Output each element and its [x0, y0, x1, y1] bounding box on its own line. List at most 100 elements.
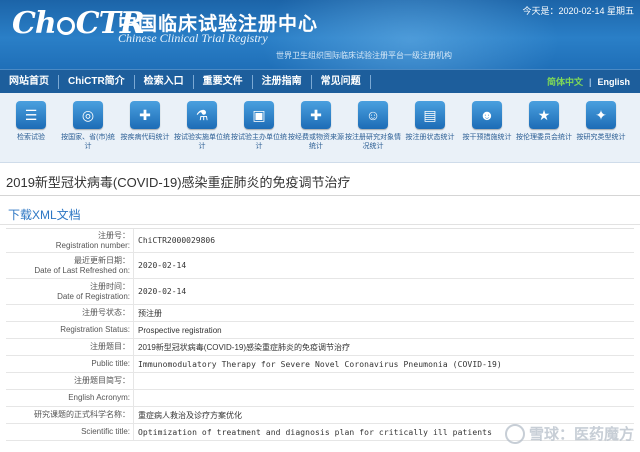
stat-by-subjects[interactable]: ☺ 按注册研究对象情况统计 — [343, 101, 403, 151]
lang-separator: | — [588, 77, 592, 87]
field-label: 注册时间： Date of Registration: — [6, 279, 133, 304]
label-cn: 研究课题的正式科学名称： — [34, 410, 130, 419]
language-switch: 简体中文 | English — [547, 75, 630, 88]
icon-label: 按国家、省(市)统计 — [61, 134, 115, 150]
lang-english[interactable]: English — [597, 77, 630, 87]
doctor-icon: ☻ — [472, 101, 502, 129]
status-icon: ▤ — [415, 101, 445, 129]
label-en: Registration number: — [55, 240, 130, 250]
label-en: Date of Registration: — [57, 291, 130, 301]
field-label: 注册号状态： — [6, 305, 133, 321]
label-cn: 注册题目： — [90, 342, 130, 351]
table-row: 注册题目： 2019新型冠状病毒(COVID-19)感染重症肺炎的免疫调节治疗 — [6, 339, 634, 356]
stats-icon-bar: ☰ 检索试验 ◎ 按国家、省(市)统计 ✚ 按疾病代码统计 ⚗ 按试验实施单位统… — [0, 93, 640, 163]
icon-label: 按经费或物资来源统计 — [288, 134, 344, 150]
public-title-cn: 2019新型冠状病毒(COVID-19)感染重症肺炎的免疫调节治疗 — [133, 339, 634, 355]
label-en: English Acronym: — [68, 393, 130, 402]
divider — [0, 195, 640, 196]
stat-by-intervention[interactable]: ☻ 按干预措施统计 — [457, 101, 517, 142]
table-row: 注册号： Registration number: ChiCTR200002980… — [6, 229, 634, 253]
table-row: 注册时间： Date of Registration: 2020-02-14 — [6, 279, 634, 305]
stat-by-status[interactable]: ▤ 按注册状态统计 — [400, 101, 460, 142]
table-row: English Acronym: — [6, 390, 634, 407]
field-label: English Acronym: — [6, 390, 133, 406]
star-icon: ★ — [529, 101, 559, 129]
field-label: 注册题目简写： — [6, 373, 133, 389]
table-row: Public title: Immunomodulatory Therapy f… — [6, 356, 634, 373]
registration-number: ChiCTR2000029806 — [133, 229, 634, 252]
field-label: Registration Status: — [6, 322, 133, 338]
label-cn: 注册题目简写： — [74, 376, 130, 385]
site-subline: 世界卫生组织国际临床试验注册平台一级注册机构 — [276, 51, 452, 60]
globe-icon — [56, 17, 75, 35]
stat-by-funding[interactable]: ✚ 按经费或物资来源统计 — [286, 101, 346, 151]
stat-by-institution[interactable]: ⚗ 按试验实施单位统计 — [172, 101, 232, 151]
label-cn: 注册号状态： — [82, 308, 130, 317]
icon-label: 按注册研究对象情况统计 — [345, 134, 401, 150]
table-row: 注册号状态： 预注册 — [6, 305, 634, 322]
watermark-text: 雪球：医药魔方 — [528, 426, 634, 443]
acronym-en — [133, 390, 634, 406]
label-cn: 最近更新日期： — [74, 255, 130, 265]
nav-about[interactable]: ChiCTR简介 — [59, 74, 135, 89]
nav-home[interactable]: 网站首页 — [0, 74, 59, 89]
table-row: Registration Status: Prospective registr… — [6, 322, 634, 339]
people-icon: ☺ — [358, 101, 388, 129]
icon-label: 按试验实施单位统计 — [174, 134, 230, 150]
stat-by-disease[interactable]: ✚ 按疾病代码统计 — [115, 101, 175, 142]
registration-date: 2020-02-14 — [133, 279, 634, 304]
stat-by-ethics[interactable]: ★ 按伦理委员会统计 — [514, 101, 574, 142]
list-icon: ☰ — [16, 101, 46, 129]
label-en: Date of Last Refreshed on: — [34, 265, 130, 275]
globe-icon: ◎ — [73, 101, 103, 129]
label-en: Scientific title: — [81, 427, 130, 436]
dna-icon: ✚ — [130, 101, 160, 129]
table-row: 注册题目简写： — [6, 373, 634, 390]
flask-icon: ⚗ — [187, 101, 217, 129]
label-en: Public title: — [91, 359, 130, 368]
download-xml-link[interactable]: 下载XML文档 — [8, 206, 81, 223]
nav-faq[interactable]: 常见问题 — [312, 74, 371, 89]
registration-details-table: 注册号： Registration number: ChiCTR200002980… — [6, 228, 634, 441]
stat-by-sponsor[interactable]: ▣ 按试验主办单位统计 — [229, 101, 289, 151]
nav-documents[interactable]: 重要文件 — [194, 74, 253, 89]
field-label: 研究课题的正式科学名称： — [6, 407, 133, 423]
table-row: 研究课题的正式科学名称： 重症病人救治及诊疗方案优化 — [6, 407, 634, 424]
registration-status-cn: 预注册 — [133, 305, 634, 321]
divider — [0, 224, 640, 225]
scientific-title-cn: 重症病人救治及诊疗方案优化 — [133, 407, 634, 423]
hospital-icon: ▣ — [244, 101, 274, 129]
field-label: Public title: — [6, 356, 133, 372]
icon-label: 按注册状态统计 — [405, 134, 455, 141]
table-row: 最近更新日期： Date of Last Refreshed on: 2020-0… — [6, 253, 634, 279]
label-cn: 注册时间： — [90, 281, 130, 291]
label-cn: 注册号： — [98, 230, 130, 240]
nav-search[interactable]: 检索入口 — [135, 74, 194, 89]
last-refreshed-date: 2020-02-14 — [133, 253, 634, 278]
field-label: 最近更新日期： Date of Last Refreshed on: — [6, 253, 133, 278]
icon-label: 按疾病代码统计 — [120, 134, 170, 141]
main-nav: 网站首页 ChiCTR简介 检索入口 重要文件 注册指南 常见问题 简体中文 | E… — [0, 69, 640, 93]
icon-label: 按研究类型统计 — [576, 134, 626, 141]
page-title: 2019新型冠状病毒(COVID-19)感染重症肺炎的免疫调节治疗 — [6, 175, 351, 190]
public-title-en: Immunomodulatory Therapy for Severe Nove… — [133, 356, 634, 372]
nav-guide[interactable]: 注册指南 — [253, 74, 312, 89]
today-date: 今天是：2020-02-14 星期五 — [522, 6, 634, 16]
registration-status-en: Prospective registration — [133, 322, 634, 338]
stat-search-trials[interactable]: ☰ 检索试验 — [1, 101, 61, 142]
field-label: Scientific title: — [6, 424, 133, 440]
sparkle-icon: ✦ — [586, 101, 616, 129]
icon-label: 按干预措施统计 — [462, 134, 512, 141]
site-header: Ch CTR 中国临床试验注册中心 Chinese Clinical Trial … — [0, 0, 640, 69]
snowball-icon — [504, 423, 525, 444]
stat-by-country[interactable]: ◎ 按国家、省(市)统计 — [58, 101, 118, 151]
acronym-cn — [133, 373, 634, 389]
stat-by-study-type[interactable]: ✦ 按研究类型统计 — [571, 101, 631, 142]
field-label: 注册题目： — [6, 339, 133, 355]
medkit-icon: ✚ — [301, 101, 331, 129]
site-title-en: Chinese Clinical Trial Registry — [118, 31, 268, 45]
label-en: Registration Status: — [60, 325, 130, 334]
watermark: 雪球：医药魔方 — [504, 423, 634, 444]
lang-chinese[interactable]: 简体中文 — [547, 77, 583, 87]
icon-label: 按伦理委员会统计 — [516, 134, 572, 141]
